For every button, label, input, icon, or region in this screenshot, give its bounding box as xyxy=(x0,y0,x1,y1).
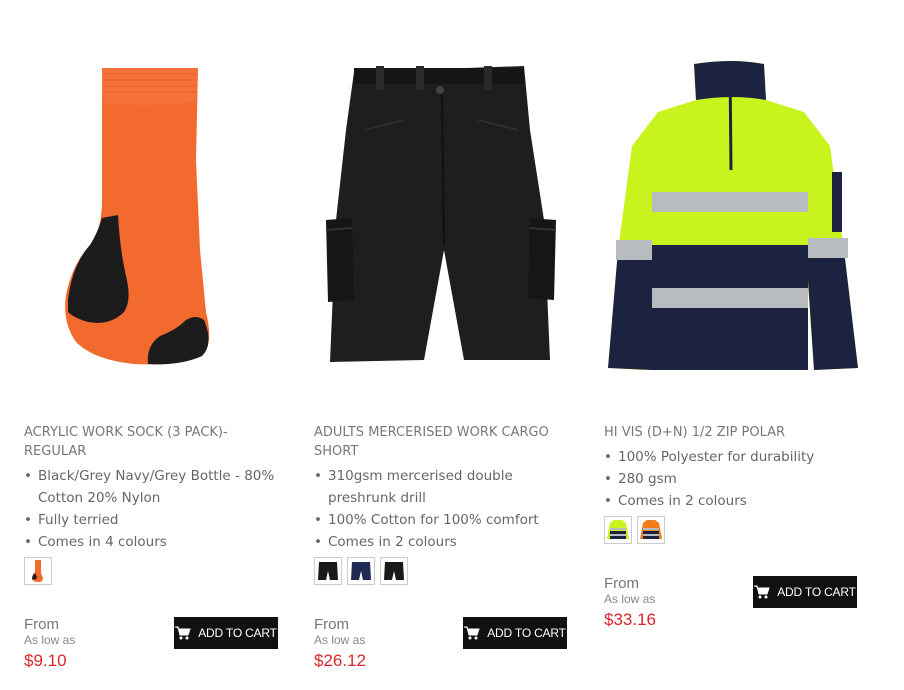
jacket-icon xyxy=(640,520,662,539)
from-label: From xyxy=(314,616,349,633)
price-block: From As low as $33.16 xyxy=(604,576,764,631)
colour-swatch-black[interactable] xyxy=(314,557,342,585)
add-to-cart-label: ADD TO CART xyxy=(198,626,277,640)
product-image[interactable] xyxy=(14,50,289,390)
hi-vis-jacket-icon xyxy=(608,61,858,370)
price-block: From As low as $26.12 xyxy=(314,617,474,672)
product-title[interactable]: ACRYLIC WORK SOCK (3 PACK)- REGULAR xyxy=(24,423,279,461)
product-price: $26.12 xyxy=(314,651,366,670)
as-low-as-label: As low as xyxy=(604,592,656,606)
product-image[interactable] xyxy=(304,50,579,390)
product-title[interactable]: HI VIS (D+N) 1/2 ZIP POLAR xyxy=(604,423,859,442)
price-block: From As low as $9.10 xyxy=(24,617,184,672)
product-price: $9.10 xyxy=(24,651,67,670)
cart-icon xyxy=(464,626,480,640)
feature-item: Comes in 2 colours xyxy=(604,490,859,512)
add-to-cart-label: ADD TO CART xyxy=(777,585,856,599)
shorts-icon xyxy=(351,562,371,580)
product-image[interactable] xyxy=(594,50,869,390)
sock-icon xyxy=(32,560,43,582)
colour-swatches xyxy=(314,557,408,585)
colour-swatch-orange-navy[interactable] xyxy=(637,516,665,544)
from-label: From xyxy=(604,575,639,592)
product-price: $33.16 xyxy=(604,610,656,629)
feature-item: Comes in 4 colours xyxy=(24,531,279,553)
feature-item: 100% Polyester for durability xyxy=(604,446,859,468)
add-to-cart-label: ADD TO CART xyxy=(487,626,566,640)
as-low-as-label: As low as xyxy=(314,633,366,647)
colour-swatches xyxy=(24,557,52,585)
feature-list: 310gsm mercerised double preshrunk drill… xyxy=(314,465,569,553)
add-to-cart-button[interactable]: ADD TO CART xyxy=(174,617,278,649)
product-title[interactable]: ADULTS MERCERISED WORK CARGO SHORT xyxy=(314,423,569,461)
feature-item: 100% Cotton for 100% comfort xyxy=(314,509,569,531)
product-card: ACRYLIC WORK SOCK (3 PACK)- REGULAR Blac… xyxy=(14,0,289,690)
colour-swatch-navy[interactable] xyxy=(347,557,375,585)
sock-icon xyxy=(65,68,210,365)
colour-swatch-yellow-navy[interactable] xyxy=(604,516,632,544)
shorts-icon xyxy=(384,562,404,580)
cargo-shorts-icon xyxy=(325,66,557,362)
feature-list: Black/Grey Navy/Grey Bottle - 80% Cotton… xyxy=(24,465,279,553)
cart-icon xyxy=(754,585,770,599)
colour-swatches xyxy=(604,516,665,544)
add-to-cart-button[interactable]: ADD TO CART xyxy=(463,617,567,649)
feature-item: 310gsm mercerised double preshrunk drill xyxy=(314,465,569,509)
shorts-icon xyxy=(318,562,338,580)
feature-item: Comes in 2 colours xyxy=(314,531,569,553)
as-low-as-label: As low as xyxy=(24,633,76,647)
product-card: ADULTS MERCERISED WORK CARGO SHORT 310gs… xyxy=(304,0,579,690)
add-to-cart-button[interactable]: ADD TO CART xyxy=(753,576,857,608)
feature-item: Black/Grey Navy/Grey Bottle - 80% Cotton… xyxy=(24,465,279,509)
jacket-icon xyxy=(607,520,629,539)
colour-swatch-black-2[interactable] xyxy=(380,557,408,585)
colour-swatch-orange[interactable] xyxy=(24,557,52,585)
product-card: HI VIS (D+N) 1/2 ZIP POLAR 100% Polyeste… xyxy=(594,0,869,690)
cart-icon xyxy=(175,626,191,640)
feature-item: 280 gsm xyxy=(604,468,859,490)
feature-list: 100% Polyester for durability 280 gsm Co… xyxy=(604,446,859,512)
from-label: From xyxy=(24,616,59,633)
feature-item: Fully terried xyxy=(24,509,279,531)
